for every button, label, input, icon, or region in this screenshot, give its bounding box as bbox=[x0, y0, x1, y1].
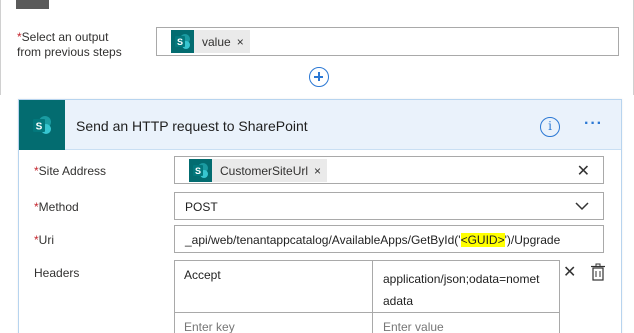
select-output-label: *Select an output from previous steps bbox=[17, 30, 122, 59]
uri-field[interactable]: _api/web/tenantappcatalog/AvailableApps/… bbox=[174, 225, 604, 253]
svg-text:S: S bbox=[177, 37, 183, 47]
headers-table: Accept application/json;odata=nomet adata… bbox=[174, 260, 560, 333]
headers-label: Headers bbox=[34, 266, 80, 280]
remove-header-icon[interactable]: ✕ bbox=[563, 262, 576, 282]
method-label: *Method bbox=[34, 200, 79, 214]
svg-text:S: S bbox=[195, 166, 201, 176]
sharepoint-icon: S bbox=[189, 159, 212, 182]
site-address-label: *Site Address bbox=[34, 164, 107, 178]
more-options-icon[interactable]: ··· bbox=[584, 115, 603, 133]
remove-token-button[interactable]: × bbox=[314, 164, 327, 178]
new-header-value-input[interactable]: Enter value bbox=[373, 313, 559, 333]
site-address-field[interactable]: S CustomerSiteUrl × ✕ bbox=[174, 156, 604, 184]
svg-text:S: S bbox=[36, 122, 43, 133]
value-token[interactable]: S value × bbox=[171, 30, 250, 53]
method-value: POST bbox=[185, 200, 218, 214]
sharepoint-icon: S bbox=[19, 100, 65, 150]
new-header-key-input[interactable]: Enter key bbox=[175, 313, 373, 333]
customer-site-url-token[interactable]: S CustomerSiteUrl × bbox=[189, 159, 328, 182]
switch-to-text-mode-icon[interactable] bbox=[590, 263, 606, 281]
action-title: Send an HTTP request to SharePoint bbox=[76, 118, 308, 134]
method-dropdown[interactable]: POST bbox=[174, 192, 604, 220]
uri-value: _api/web/tenantappcatalog/AvailableApps/… bbox=[185, 233, 561, 247]
add-step-button[interactable] bbox=[309, 67, 329, 87]
remove-token-button[interactable]: × bbox=[237, 35, 250, 49]
info-icon[interactable]: i bbox=[540, 117, 560, 137]
chevron-down-icon bbox=[575, 202, 589, 211]
guid-placeholder: <GUID> bbox=[460, 233, 505, 247]
action-header[interactable]: S Send an HTTP request to SharePoint i ·… bbox=[19, 100, 621, 150]
uri-label: *Uri bbox=[34, 233, 54, 247]
select-output-field[interactable]: S value × bbox=[156, 27, 619, 56]
header-key-cell[interactable]: Accept bbox=[175, 261, 373, 313]
clear-icon[interactable]: ✕ bbox=[577, 161, 590, 181]
sharepoint-icon: S bbox=[171, 30, 194, 53]
header-value-cell[interactable]: application/json;odata=nomet adata bbox=[373, 261, 559, 313]
http-request-action-card: S Send an HTTP request to SharePoint i ·… bbox=[18, 99, 622, 333]
previous-step-tab bbox=[16, 0, 49, 9]
